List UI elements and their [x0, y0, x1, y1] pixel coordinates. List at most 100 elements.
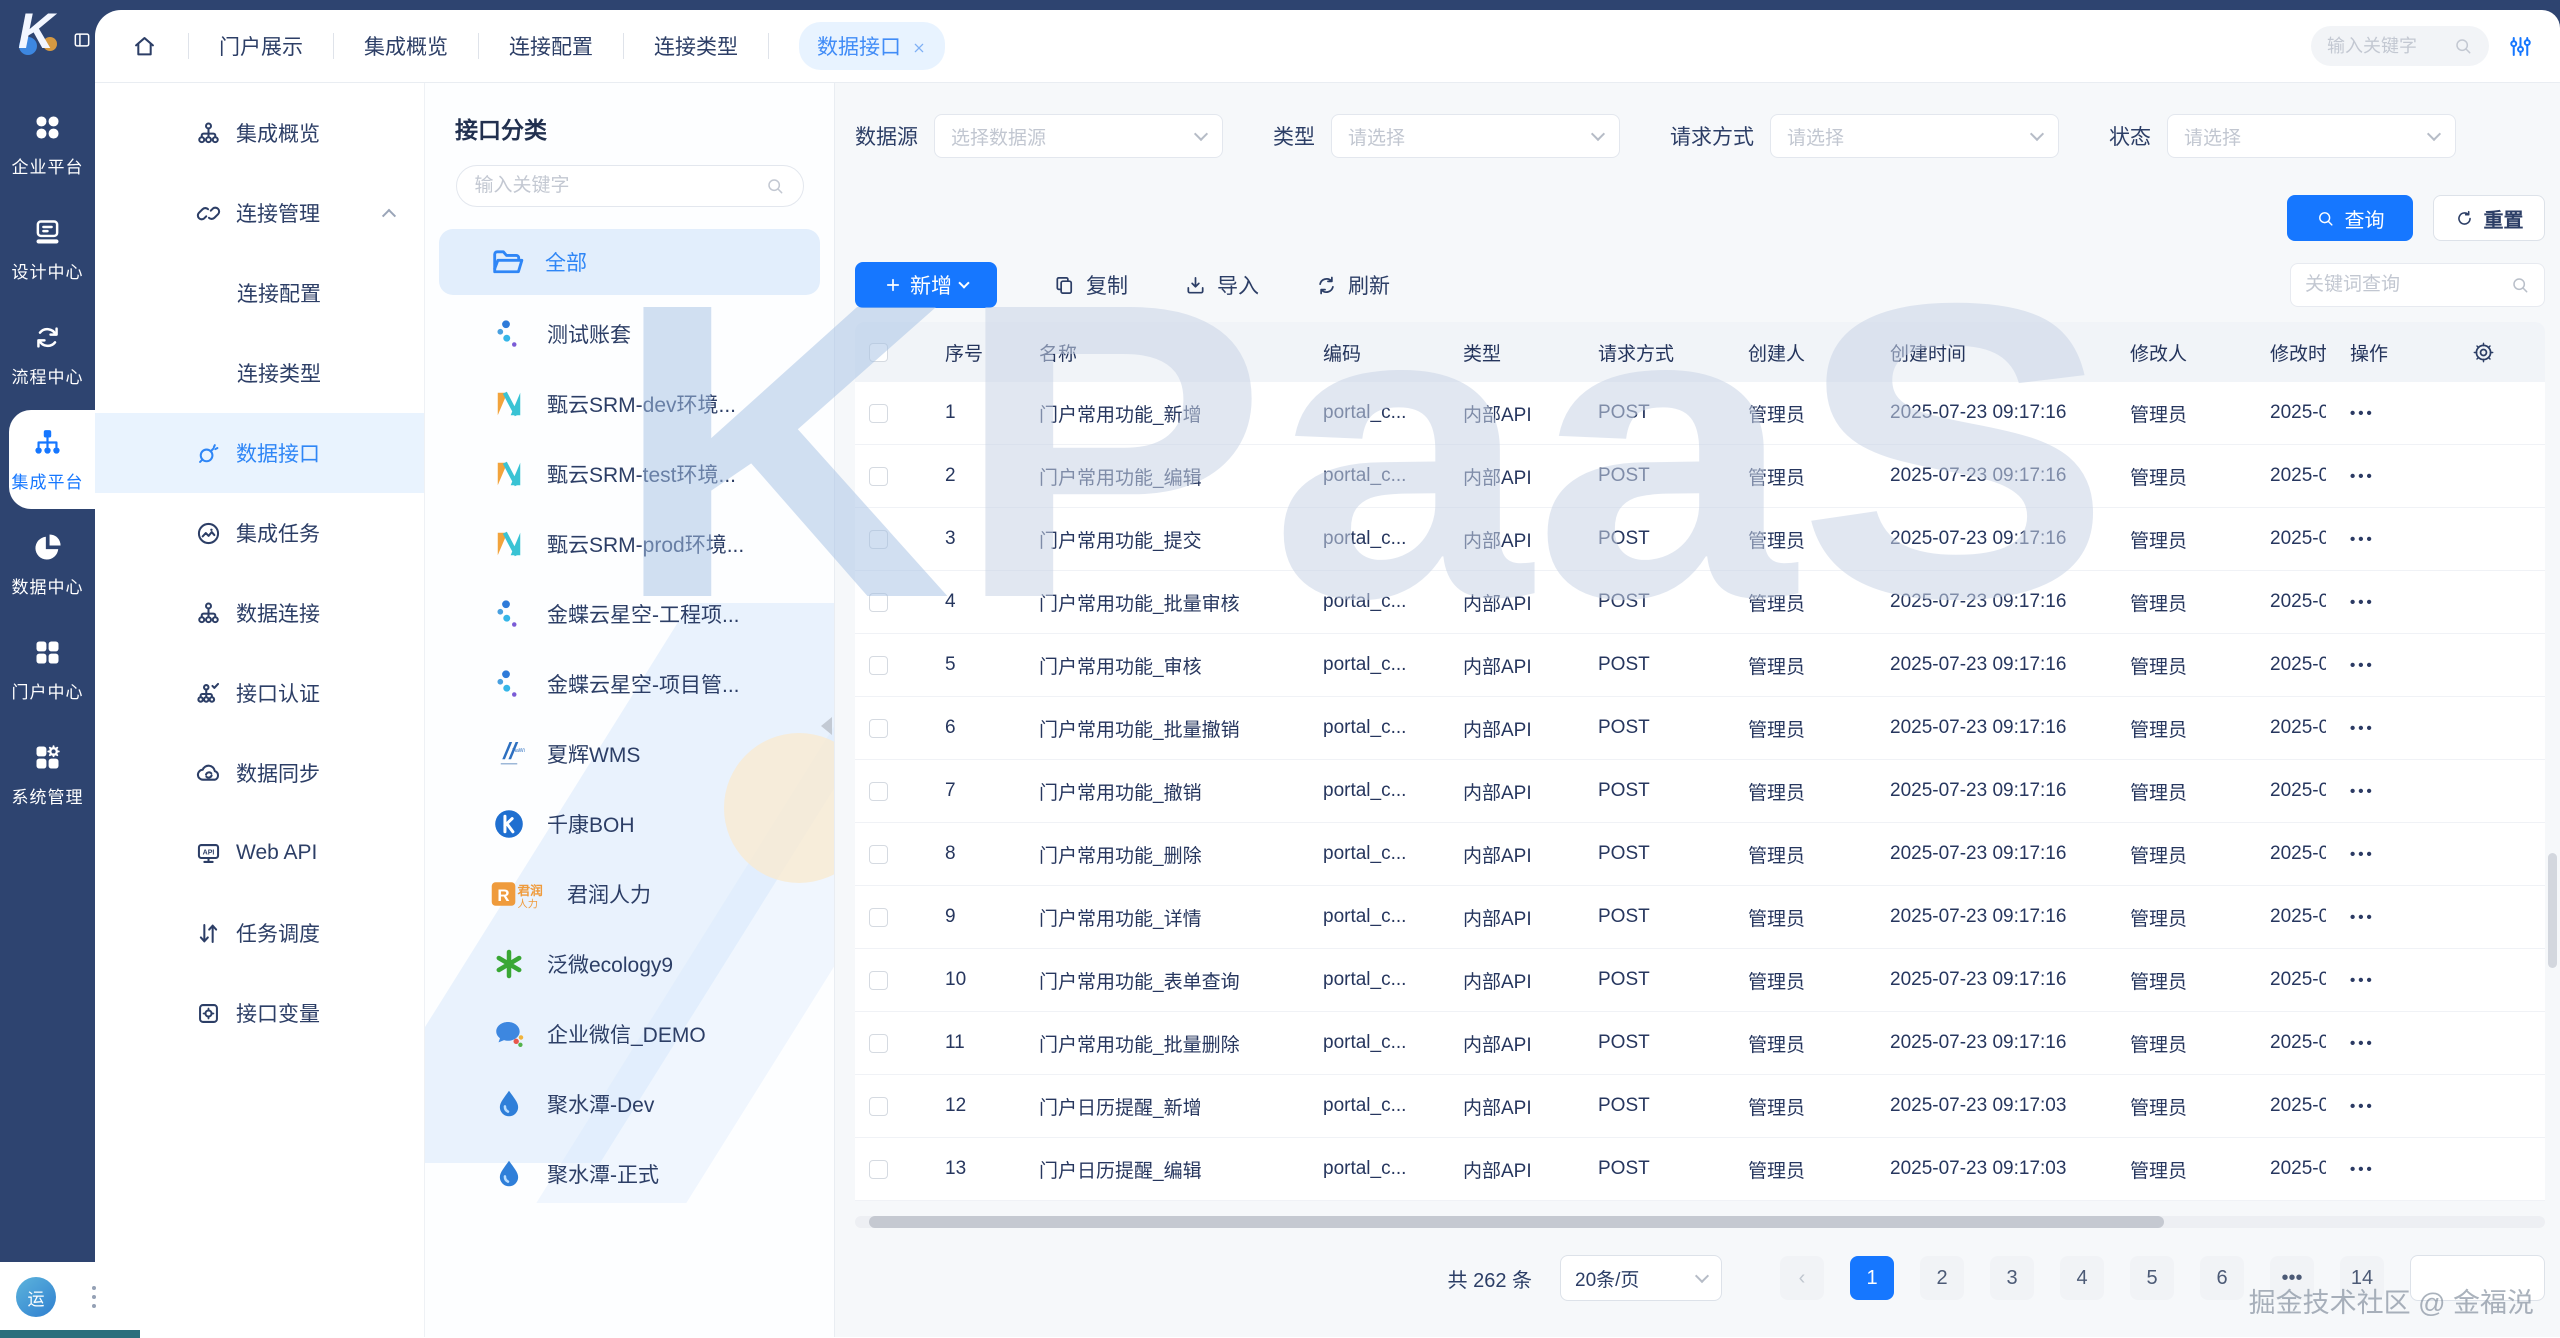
user-menu-kebab-icon[interactable] — [92, 1295, 96, 1299]
avatar[interactable]: 运 — [16, 1277, 56, 1317]
query-button[interactable]: 查询 — [2287, 195, 2413, 241]
row-actions-button[interactable]: ••• — [2326, 846, 2401, 863]
row-checkbox[interactable] — [869, 404, 888, 423]
page-6[interactable]: 6 — [2200, 1256, 2244, 1300]
close-icon[interactable] — [911, 38, 927, 54]
menu-item-integration-task[interactable]: 集成任务 — [95, 493, 424, 573]
category-item-kingdee-project-mgmt[interactable]: 金蝶云星空-项目管... — [425, 649, 834, 719]
rail-item-data-center[interactable]: 数据中心 — [0, 512, 95, 617]
home-icon[interactable] — [131, 33, 158, 60]
row-checkbox[interactable] — [869, 782, 888, 801]
reset-button[interactable]: 重置 — [2433, 195, 2545, 241]
add-button[interactable]: 新增 — [855, 262, 997, 308]
row-actions-button[interactable]: ••• — [2326, 720, 2401, 737]
category-item-zhenyun-srm-dev[interactable]: 甄云SRM-dev环境... — [425, 369, 834, 439]
select-data-source[interactable]: 选择数据源 — [934, 114, 1223, 158]
vertical-scrollbar[interactable] — [2548, 853, 2557, 968]
global-search-input[interactable] — [2327, 36, 2437, 57]
row-actions-button[interactable]: ••• — [2326, 531, 2401, 548]
page-jump-input[interactable] — [2410, 1255, 2545, 1301]
keyword-search-input[interactable] — [2305, 274, 2485, 296]
prev-page-button[interactable]: ‹ — [1780, 1256, 1824, 1300]
page-14[interactable]: 14 — [2340, 1256, 2384, 1300]
panel-collapse-handle[interactable] — [821, 717, 832, 735]
page-4[interactable]: 4 — [2060, 1256, 2104, 1300]
row-actions-button[interactable]: ••• — [2326, 783, 2401, 800]
row-actions-button[interactable]: ••• — [2326, 405, 2401, 422]
category-item-zhenyun-srm-prod[interactable]: 甄云SRM-prod环境... — [425, 509, 834, 579]
category-item-jushuitan-prod[interactable]: 聚水潭-正式 — [425, 1139, 834, 1209]
menu-item-connection-type[interactable]: 连接类型 — [95, 333, 424, 413]
page-ellipsis[interactable]: ••• — [2270, 1256, 2314, 1300]
tab-connection-type[interactable]: 连接类型 — [654, 31, 738, 61]
row-checkbox[interactable] — [869, 656, 888, 675]
menu-item-task-schedule[interactable]: 任务调度 — [95, 893, 424, 973]
menu-item-data-connection[interactable]: 数据连接 — [95, 573, 424, 653]
rail-item-enterprise-platform[interactable]: 企业平台 — [0, 92, 95, 197]
row-actions-button[interactable]: ••• — [2326, 1035, 2401, 1052]
row-checkbox[interactable] — [869, 719, 888, 738]
row-actions-button[interactable]: ••• — [2326, 594, 2401, 611]
row-actions-button[interactable]: ••• — [2326, 1098, 2401, 1115]
select-all-checkbox[interactable] — [869, 343, 888, 362]
row-actions-button[interactable]: ••• — [2326, 1161, 2401, 1178]
row-checkbox[interactable] — [869, 1097, 888, 1116]
select-status[interactable]: 请选择 — [2167, 114, 2456, 158]
rail-item-system-management[interactable]: 系统管理 — [0, 722, 95, 827]
import-button[interactable]: 导入 — [1184, 270, 1259, 300]
gear-icon[interactable] — [2472, 341, 2495, 364]
select-request-method[interactable]: 请选择 — [1770, 114, 2059, 158]
page-size-select[interactable]: 20条/页 — [1560, 1255, 1722, 1301]
tab-connection-config[interactable]: 连接配置 — [509, 31, 593, 61]
tab-integration-overview[interactable]: 集成概览 — [364, 31, 448, 61]
horizontal-scrollbar[interactable] — [869, 1216, 2164, 1228]
page-3[interactable]: 3 — [1990, 1256, 2034, 1300]
menu-item-connection-management[interactable]: 连接管理 — [95, 173, 424, 253]
category-search[interactable] — [456, 165, 804, 207]
category-search-input[interactable] — [475, 175, 735, 197]
refresh-button[interactable]: 刷新 — [1315, 270, 1390, 300]
copy-button[interactable]: 复制 — [1053, 270, 1128, 300]
category-item-jushuitan-dev[interactable]: 聚水潭-Dev — [425, 1069, 834, 1139]
rail-item-integration-platform[interactable]: 集成平台 — [0, 407, 95, 512]
category-item-zhenyun-srm-test[interactable]: 甄云SRM-test环境... — [425, 439, 834, 509]
keyword-search[interactable] — [2290, 263, 2545, 307]
row-actions-button[interactable]: ••• — [2326, 909, 2401, 926]
rail-item-design-center[interactable]: 设计中心 — [0, 197, 95, 302]
category-item-qiankang-boh[interactable]: 千康BOH — [425, 789, 834, 859]
rail-item-portal-center[interactable]: 门户中心 — [0, 617, 95, 722]
row-actions-button[interactable]: ••• — [2326, 657, 2401, 674]
row-actions-button[interactable]: ••• — [2326, 972, 2401, 989]
tab-portal-display[interactable]: 门户展示 — [219, 31, 303, 61]
global-search[interactable] — [2311, 26, 2489, 66]
tab-data-interface[interactable]: 数据接口 — [799, 22, 945, 70]
menu-item-web-api[interactable]: APIWeb API — [95, 813, 424, 893]
category-item-all[interactable]: 全部 — [439, 229, 820, 295]
row-checkbox[interactable] — [869, 593, 888, 612]
menu-item-data-sync[interactable]: 数据同步 — [95, 733, 424, 813]
menu-item-interface-auth[interactable]: 接口认证 — [95, 653, 424, 733]
row-checkbox[interactable] — [869, 467, 888, 486]
filter-sliders-icon[interactable] — [2507, 33, 2534, 60]
page-2[interactable]: 2 — [1920, 1256, 1964, 1300]
row-checkbox[interactable] — [869, 530, 888, 549]
page-5[interactable]: 5 — [2130, 1256, 2174, 1300]
row-actions-button[interactable]: ••• — [2326, 468, 2401, 485]
category-item-xiahui-wms[interactable]: HaWi夏辉WMS — [425, 719, 834, 789]
row-checkbox[interactable] — [869, 845, 888, 864]
rail-item-process-center[interactable]: 流程中心 — [0, 302, 95, 407]
category-item-junrun-hr[interactable]: R君润人力君润人力 — [425, 859, 834, 929]
category-item-test-account[interactable]: 测试账套 — [425, 299, 834, 369]
menu-item-integration-overview[interactable]: 集成概览 — [95, 93, 424, 173]
category-item-weaver-ecology9[interactable]: 泛微ecology9 — [425, 929, 834, 999]
menu-item-interface-variable[interactable]: 接口变量 — [95, 973, 424, 1053]
row-checkbox[interactable] — [869, 1034, 888, 1053]
select-type[interactable]: 请选择 — [1331, 114, 1620, 158]
category-item-wecom-demo[interactable]: 企业微信_DEMO — [425, 999, 834, 1069]
row-checkbox[interactable] — [869, 908, 888, 927]
row-checkbox[interactable] — [869, 971, 888, 990]
menu-item-connection-config[interactable]: 连接配置 — [95, 253, 424, 333]
row-checkbox[interactable] — [869, 1160, 888, 1179]
menu-item-data-interface[interactable]: 数据接口 — [95, 413, 424, 493]
kpaas-logo-icon[interactable]: K — [12, 4, 68, 56]
